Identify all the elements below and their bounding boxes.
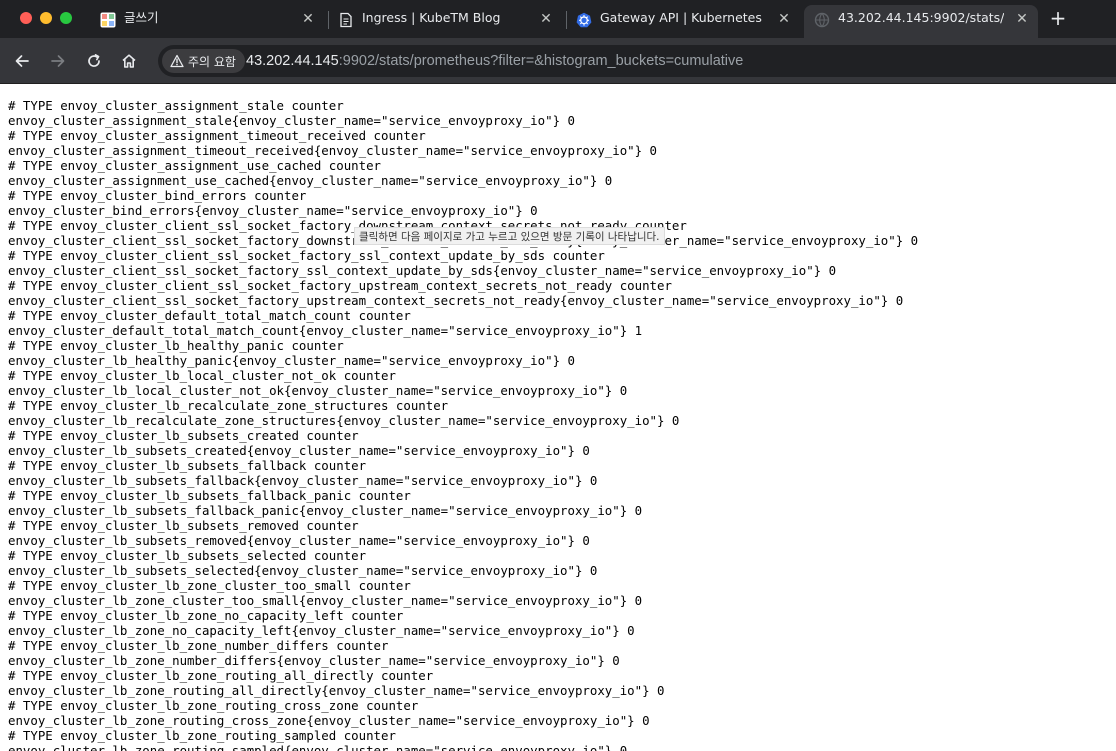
tab-divider	[566, 11, 567, 29]
url-host: 43.202.44.145	[246, 53, 339, 69]
metric-value-line: envoy_cluster_client_ssl_socket_factory_…	[8, 293, 904, 308]
metric-type-line: # TYPE envoy_cluster_client_ssl_socket_f…	[8, 248, 605, 263]
address-bar[interactable]: 주의 요함 43.202.44.145:9902/stats/prometheu…	[158, 45, 1116, 77]
metric-value-line: envoy_cluster_bind_errors{envoy_cluster_…	[8, 203, 538, 218]
warning-triangle-icon	[170, 54, 184, 68]
document-icon	[340, 12, 352, 28]
home-button[interactable]	[117, 49, 141, 73]
reload-icon	[88, 54, 100, 67]
metric-type-line: # TYPE envoy_cluster_lb_subsets_created …	[8, 428, 359, 443]
tab-divider	[328, 11, 329, 29]
forward-button-tooltip: 클릭하면 다음 페이지로 가고 누르고 있으면 방문 기록이 나타납니다.	[354, 227, 665, 245]
tab-prometheus-stats[interactable]: 43.202.44.145:9902/stats/prometheus ✕	[804, 5, 1038, 38]
tab-write-post[interactable]: 글쓰기 ✕	[100, 5, 322, 38]
metric-value-line: envoy_cluster_lb_zone_no_capacity_left{e…	[8, 623, 635, 638]
metric-type-line: # TYPE envoy_cluster_assignment_use_cach…	[8, 158, 381, 173]
tab-ingress-blog[interactable]: Ingress | KubeTM Blog ✕	[338, 5, 560, 38]
metric-type-line: # TYPE envoy_cluster_assignment_timeout_…	[8, 128, 426, 143]
metric-type-line: # TYPE envoy_cluster_lb_subsets_selected…	[8, 548, 367, 563]
metric-type-line: # TYPE envoy_cluster_default_total_match…	[8, 308, 411, 323]
metric-type-line: # TYPE envoy_cluster_assignment_stale co…	[8, 98, 344, 113]
arrow-left-icon	[15, 55, 29, 67]
metric-type-line: # TYPE envoy_cluster_lb_zone_no_capacity…	[8, 608, 404, 623]
security-indicator[interactable]: 주의 요함	[162, 49, 245, 73]
kubernetes-icon	[576, 12, 592, 28]
metric-type-line: # TYPE envoy_cluster_lb_zone_routing_cro…	[8, 698, 419, 713]
metric-value-line: envoy_cluster_default_total_match_count{…	[8, 323, 643, 338]
metric-value-line: envoy_cluster_assignment_stale{envoy_clu…	[8, 113, 575, 128]
metric-type-line: # TYPE envoy_cluster_lb_local_cluster_no…	[8, 368, 396, 383]
metric-value-line: envoy_cluster_lb_zone_routing_sampled{en…	[8, 743, 628, 751]
metric-value-line: envoy_cluster_lb_zone_number_differs{env…	[8, 653, 620, 668]
forward-button[interactable]	[46, 49, 70, 73]
metric-type-line: # TYPE envoy_cluster_client_ssl_socket_f…	[8, 278, 672, 293]
metric-type-line: # TYPE envoy_cluster_lb_zone_routing_sam…	[8, 728, 396, 743]
fullscreen-window-button[interactable]	[60, 12, 72, 24]
metric-value-line: envoy_cluster_client_ssl_socket_factory_…	[8, 263, 837, 278]
tab-gateway-api[interactable]: Gateway API | Kubernetes ✕	[576, 5, 798, 38]
prometheus-metrics-text: # TYPE envoy_cluster_assignment_stale co…	[8, 98, 918, 751]
tab-title: Gateway API | Kubernetes	[600, 10, 762, 25]
metric-value-line: envoy_cluster_lb_subsets_removed{envoy_c…	[8, 533, 590, 548]
url-text[interactable]: 43.202.44.145:9902/stats/prometheus?filt…	[246, 45, 743, 77]
metric-type-line: # TYPE envoy_cluster_lb_zone_number_diff…	[8, 638, 389, 653]
tab-title: Ingress | KubeTM Blog	[362, 10, 501, 25]
close-tab-icon[interactable]: ✕	[538, 11, 554, 27]
metric-type-line: # TYPE envoy_cluster_lb_healthy_panic co…	[8, 338, 344, 353]
metric-type-line: # TYPE envoy_cluster_lb_zone_routing_all…	[8, 668, 434, 683]
tab-strip: 글쓰기 ✕ Ingress | KubeTM Blog ✕ Gateway AP…	[0, 0, 1116, 38]
close-tab-icon[interactable]: ✕	[1014, 11, 1030, 27]
arrow-right-icon	[51, 55, 65, 67]
metric-value-line: envoy_cluster_lb_recalculate_zone_struct…	[8, 413, 680, 428]
metric-type-line: # TYPE envoy_cluster_lb_subsets_fallback…	[8, 458, 367, 473]
close-tab-icon[interactable]: ✕	[300, 11, 316, 27]
metric-value-line: envoy_cluster_assignment_use_cached{envo…	[8, 173, 613, 188]
metric-value-line: envoy_cluster_lb_zone_cluster_too_small{…	[8, 593, 643, 608]
metric-value-line: envoy_cluster_lb_subsets_created{envoy_c…	[8, 443, 590, 458]
tab-title: 글쓰기	[124, 10, 159, 25]
metric-value-line: envoy_cluster_lb_subsets_fallback{envoy_…	[8, 473, 598, 488]
metric-value-line: envoy_cluster_lb_local_cluster_not_ok{en…	[8, 383, 628, 398]
metric-value-line: envoy_cluster_lb_healthy_panic{envoy_clu…	[8, 353, 575, 368]
reload-button[interactable]	[82, 49, 106, 73]
notion-grid-icon	[100, 12, 116, 28]
security-label: 주의 요함	[188, 54, 236, 69]
minimize-window-button[interactable]	[40, 12, 52, 24]
metric-value-line: envoy_cluster_lb_subsets_selected{envoy_…	[8, 563, 598, 578]
metric-type-line: # TYPE envoy_cluster_lb_subsets_fallback…	[8, 488, 411, 503]
metric-type-line: # TYPE envoy_cluster_lb_recalculate_zone…	[8, 398, 449, 413]
url-path: :9902/stats/prometheus?filter=&histogram…	[338, 53, 744, 69]
browser-toolbar: 주의 요함 43.202.44.145:9902/stats/prometheu…	[0, 38, 1116, 84]
metric-value-line: envoy_cluster_lb_zone_routing_cross_zone…	[8, 713, 650, 728]
close-window-button[interactable]	[20, 12, 32, 24]
metric-value-line: envoy_cluster_lb_zone_routing_all_direct…	[8, 683, 665, 698]
close-tab-icon[interactable]: ✕	[776, 11, 792, 27]
home-icon	[122, 54, 136, 68]
metric-value-line: envoy_cluster_assignment_timeout_receive…	[8, 143, 658, 158]
page-content: # TYPE envoy_cluster_assignment_stale co…	[0, 85, 1116, 751]
metric-type-line: # TYPE envoy_cluster_lb_subsets_removed …	[8, 518, 359, 533]
metric-type-line: # TYPE envoy_cluster_bind_errors counter	[8, 188, 307, 203]
new-tab-button[interactable]: +	[1048, 8, 1068, 28]
metric-type-line: # TYPE envoy_cluster_lb_zone_cluster_too…	[8, 578, 411, 593]
back-button[interactable]	[10, 49, 34, 73]
tab-title: 43.202.44.145:9902/stats/prometheus	[838, 10, 1004, 25]
metric-value-line: envoy_cluster_lb_subsets_fallback_panic{…	[8, 503, 643, 518]
globe-icon	[814, 12, 830, 28]
